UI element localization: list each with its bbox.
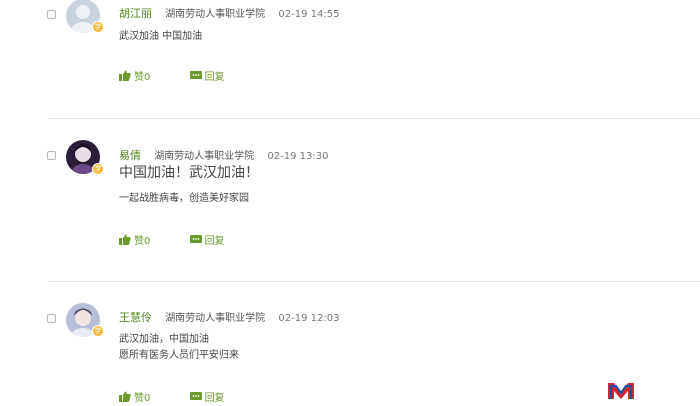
select-checkbox[interactable] (47, 10, 56, 19)
like-button[interactable]: 赞0 (119, 232, 150, 247)
author-school: 湖南劳动人事职业学院 (165, 313, 266, 324)
comment-item: 学 易倩 湖南劳动人事职业学院 02-19 13:30 中国加油！武汉加油！ 一… (0, 119, 700, 281)
like-button[interactable]: 赞0 (119, 389, 150, 404)
reply-button[interactable]: 回复 (189, 232, 225, 247)
author-school: 湖南劳动人事职业学院 (154, 151, 255, 162)
like-count: 赞0 (134, 72, 151, 83)
like-button[interactable]: 赞0 (119, 68, 150, 83)
student-badge-icon: 学 (92, 325, 104, 337)
comment-item: 学 王慧伶 湖南劳动人事职业学院 02-19 12:03 武汉加油，中国加油 愿… (0, 282, 700, 406)
student-badge-icon: 学 (92, 163, 104, 175)
comment-icon (189, 71, 202, 79)
comment-text: 武汉加油，中国加油 (119, 334, 209, 345)
comment-meta: 王慧伶 湖南劳动人事职业学院 02-19 12:03 (119, 309, 339, 325)
author-name[interactable]: 易倩 (119, 149, 141, 162)
like-count: 赞0 (134, 393, 151, 404)
comment-text: 一起战胜病毒，创造美好家园 (119, 193, 249, 204)
comment-time: 02-19 14:55 (278, 9, 340, 20)
thumbs-up-icon (119, 234, 131, 245)
m-logo-icon (607, 380, 635, 400)
student-badge-icon: 学 (92, 21, 104, 33)
thumbs-up-icon (119, 391, 131, 402)
author-school: 湖南劳动人事职业学院 (165, 9, 266, 20)
comment-time: 02-19 13:30 (267, 151, 329, 162)
comment-actions: 赞0 回复 (119, 68, 225, 84)
comment-headline: 中国加油！武汉加油！ (119, 165, 259, 181)
select-checkbox[interactable] (47, 314, 56, 323)
comment-text: 愿所有医务人员们平安归来 (119, 350, 239, 361)
author-name[interactable]: 王慧伶 (119, 311, 152, 324)
thumbs-up-icon (119, 70, 131, 81)
reply-label: 回复 (204, 393, 225, 404)
reply-label: 回复 (204, 236, 225, 247)
select-checkbox[interactable] (47, 151, 56, 160)
reply-label: 回复 (204, 72, 225, 83)
comment-actions: 赞0 回复 (119, 389, 225, 405)
reply-button[interactable]: 回复 (189, 389, 225, 404)
comment-time: 02-19 12:03 (278, 313, 340, 324)
like-count: 赞0 (134, 236, 151, 247)
reply-button[interactable]: 回复 (189, 68, 225, 83)
comment-icon (189, 392, 202, 400)
comment-icon (189, 235, 202, 243)
comment-meta: 胡江丽 湖南劳动人事职业学院 02-19 14:55 (119, 5, 339, 21)
comment-text: 武汉加油 中国加油 (119, 31, 203, 42)
comment-item: 学 胡江丽 湖南劳动人事职业学院 02-19 14:55 武汉加油 中国加油 赞… (0, 0, 700, 118)
author-name[interactable]: 胡江丽 (119, 7, 152, 20)
comment-actions: 赞0 回复 (119, 232, 225, 248)
comment-meta: 易倩 湖南劳动人事职业学院 02-19 13:30 (119, 147, 328, 163)
